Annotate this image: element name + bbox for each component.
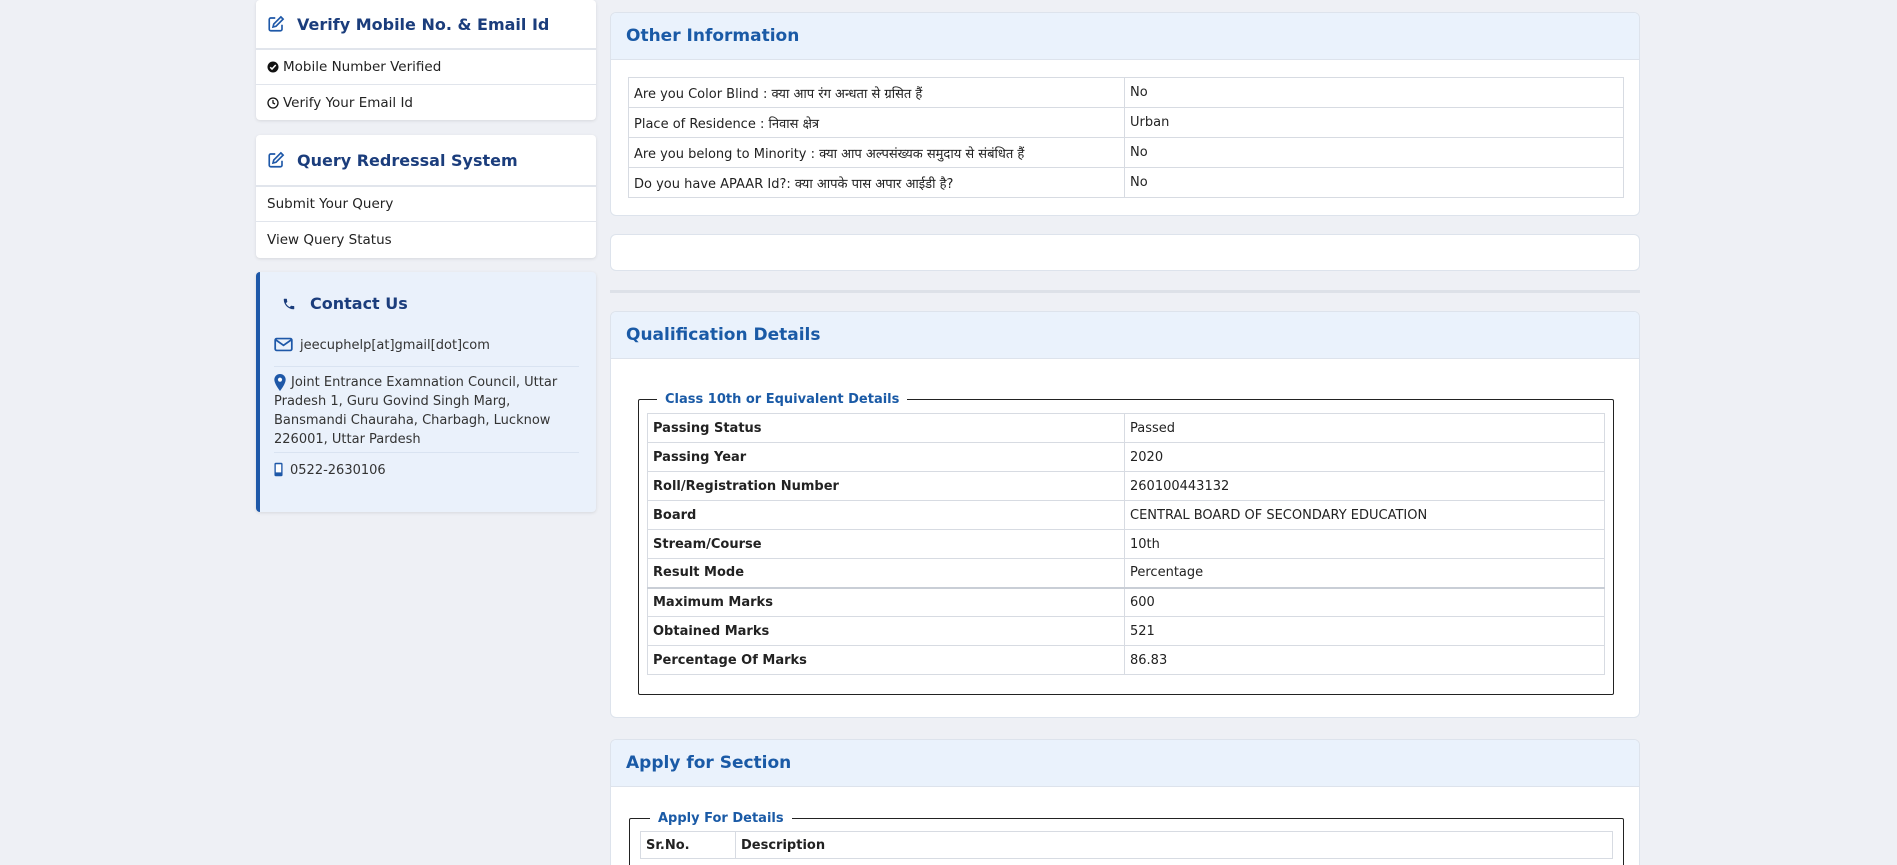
submit-query-label: Submit Your Query (267, 196, 394, 212)
table-row: Do you have APAAR Id?: क्या आपके पास अपा… (628, 167, 1624, 198)
class10-fieldset: Class 10th or Equivalent Details Passing… (638, 392, 1614, 695)
query-card-header: Query Redressal System (256, 135, 596, 187)
contact-address-row: Joint Entrance Examnation Council, Uttar… (274, 373, 579, 453)
mobile-icon (274, 462, 283, 477)
empty-panel (610, 234, 1640, 271)
row-value: No (1124, 167, 1624, 198)
table-row: Percentage Of Marks 86.83 (647, 645, 1605, 675)
mobile-verified-label: Mobile Number Verified (283, 59, 442, 75)
row-value: Passed (1124, 413, 1605, 443)
contact-email-row: jeecuphelp[at]gmail[dot]com (274, 336, 579, 367)
row-label: Percentage Of Marks (647, 645, 1125, 675)
row-value: 86.83 (1124, 645, 1605, 675)
table-row: Are you Color Blind : क्या आप रंग अन्धता… (628, 77, 1624, 108)
table-row: Board CENTRAL BOARD OF SECONDARY EDUCATIO… (647, 500, 1605, 530)
row-value: Percentage (1124, 558, 1605, 588)
submit-query-link[interactable]: Submit Your Query (256, 187, 596, 222)
row-label: Board (647, 500, 1125, 530)
verify-email-item[interactable]: Verify Your Email Id (256, 85, 596, 120)
table-header-row: Sr.No. Description (640, 831, 1613, 859)
phone-icon (283, 298, 295, 309)
qualification-title: Qualification Details (611, 312, 1639, 359)
row-value: No (1124, 77, 1624, 108)
row-value: 2020 (1124, 442, 1605, 472)
apply-table: Sr.No. Description (640, 831, 1613, 859)
query-card: Query Redressal System Submit Your Query… (256, 135, 596, 258)
other-information-table: Are you Color Blind : क्या आप रंग अन्धता… (628, 77, 1624, 198)
apply-fieldset: Apply For Details Sr.No. Description (629, 811, 1624, 865)
contact-phone: 0522-2630106 (290, 463, 386, 478)
contact-title: Contact Us (310, 294, 408, 313)
table-row: Stream/Course 10th (647, 529, 1605, 559)
mobile-verified-item[interactable]: Mobile Number Verified (256, 50, 596, 85)
row-value: 10th (1124, 529, 1605, 559)
class10-legend: Class 10th or Equivalent Details (665, 392, 900, 407)
row-label: Place of Residence : निवास क्षेत्र (628, 107, 1125, 138)
row-label: Roll/Registration Number (647, 471, 1125, 501)
verify-email-label: Verify Your Email Id (283, 94, 413, 111)
query-card-title: Query Redressal System (297, 150, 518, 170)
qualification-table: Passing Status Passed Passing Year 2020 Ro… (647, 413, 1605, 675)
row-label: Passing Year (647, 442, 1125, 472)
table-row: Obtained Marks 521 (647, 616, 1605, 646)
table-row: Result Mode Percentage (647, 558, 1605, 588)
row-label: Are you Color Blind : क्या आप रंग अन्धता… (628, 77, 1125, 108)
contact-card: Contact Us jeecuphelp[at]gmail[dot]com J… (256, 272, 596, 512)
apply-panel: Apply for Section Apply For Details Sr.N… (610, 739, 1640, 865)
row-label: Do you have APAAR Id?: क्या आपके पास अपा… (628, 167, 1125, 198)
row-value: No (1124, 137, 1624, 168)
check-circle-icon (267, 61, 279, 73)
edit-icon (268, 15, 285, 32)
table-row: Passing Year 2020 (647, 442, 1605, 472)
row-value: 600 (1124, 587, 1605, 617)
row-value: 521 (1124, 616, 1605, 646)
row-value: CENTRAL BOARD OF SECONDARY EDUCATION (1124, 500, 1605, 530)
table-row: Maximum Marks 600 (647, 587, 1605, 617)
clock-icon (267, 96, 279, 109)
verify-card-title: Verify Mobile No. & Email Id (297, 14, 550, 34)
table-row: Roll/Registration Number 260100443132 (647, 471, 1605, 501)
contact-phone-row: 0522-2630106 (274, 461, 579, 483)
qualification-panel: Qualification Details Class 10th or Equi… (610, 311, 1640, 718)
view-query-status-label: View Query Status (267, 231, 392, 248)
row-label: Result Mode (647, 558, 1125, 588)
table-row: Passing Status Passed (647, 413, 1605, 443)
view-query-status-link[interactable]: View Query Status (256, 222, 596, 257)
apply-title: Apply for Section (611, 740, 1639, 787)
verify-card-header: Verify Mobile No. & Email Id (256, 0, 596, 50)
contact-address: Joint Entrance Examnation Council, Uttar… (274, 375, 558, 447)
table-row: Place of Residence : निवास क्षेत्र Urban (628, 107, 1624, 138)
row-value: 260100443132 (1124, 471, 1605, 501)
contact-header: Contact Us (260, 272, 596, 313)
envelope-icon (274, 337, 293, 352)
verify-card: Verify Mobile No. & Email Id Mobile Numb… (256, 0, 596, 120)
section-divider (610, 290, 1640, 293)
other-information-panel: Other Information Are you Color Blind : … (610, 12, 1640, 216)
row-label: Are you belong to Minority : क्या आप अल्… (628, 137, 1125, 168)
apply-legend: Apply For Details (658, 811, 784, 826)
row-label: Stream/Course (647, 529, 1125, 559)
header-description: Description (735, 831, 1613, 859)
table-row: Are you belong to Minority : क्या आप अल्… (628, 137, 1624, 168)
row-value: Urban (1124, 107, 1624, 138)
row-label: Passing Status (647, 413, 1125, 443)
row-label: Obtained Marks (647, 616, 1125, 646)
edit-icon (268, 151, 285, 168)
other-information-title: Other Information (611, 13, 1639, 60)
row-label: Maximum Marks (647, 587, 1125, 617)
header-sr-no: Sr.No. (640, 831, 736, 859)
map-marker-icon (274, 374, 286, 391)
contact-email[interactable]: jeecuphelp[at]gmail[dot]com (300, 336, 490, 355)
